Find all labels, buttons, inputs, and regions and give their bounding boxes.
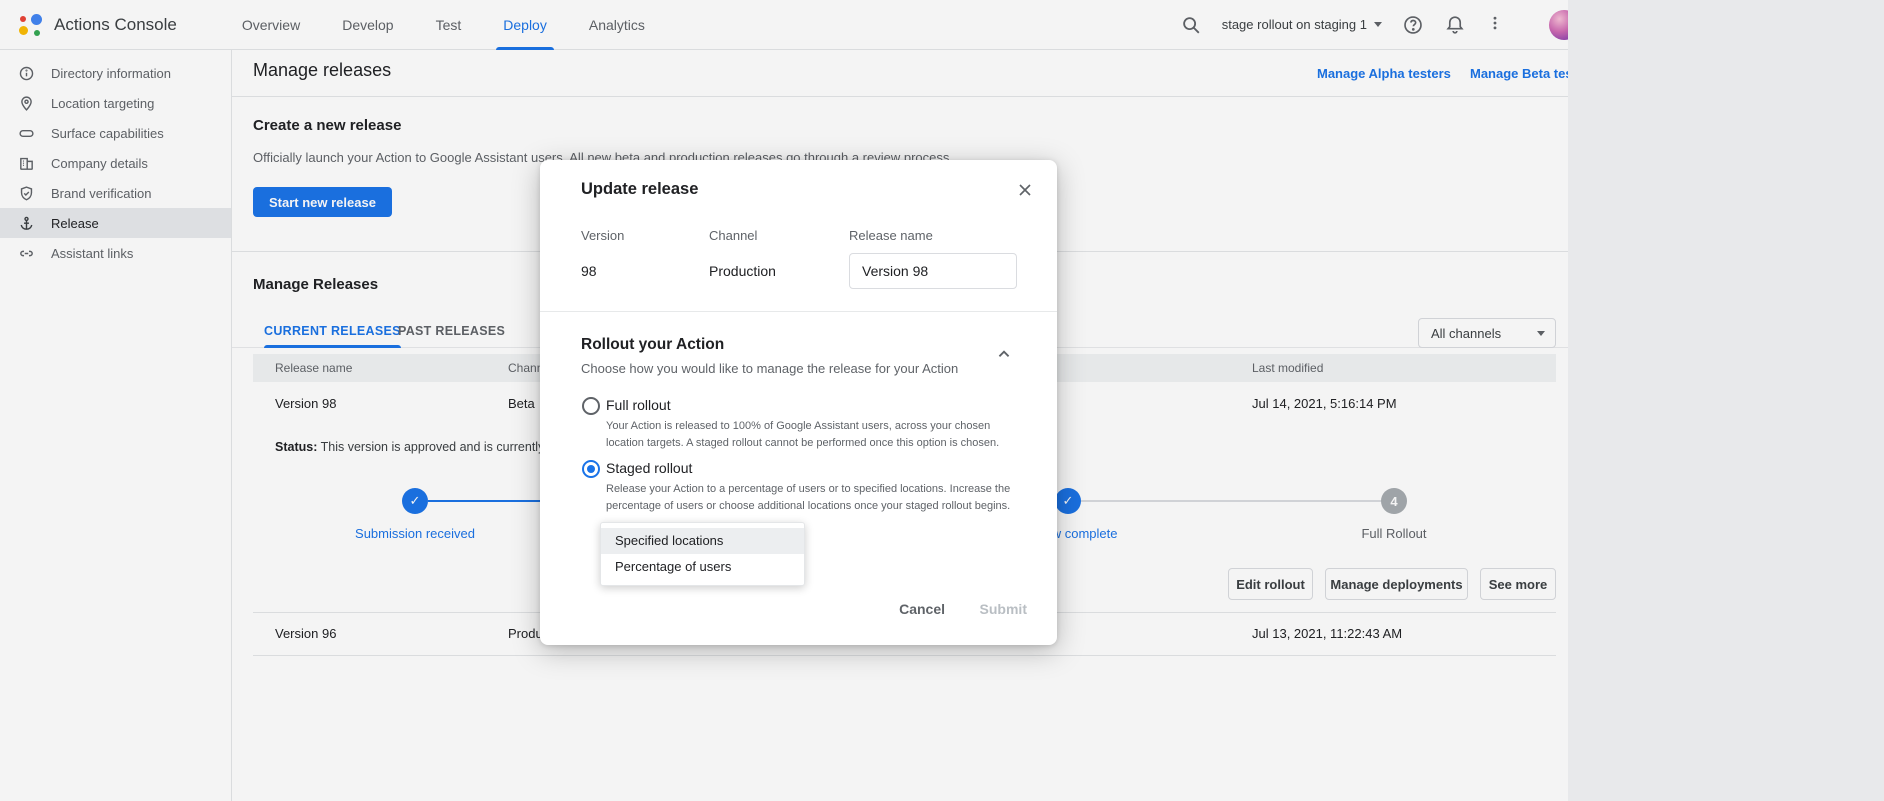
rollout-type-dropdown-menu: Specified locations Percentage of users — [600, 522, 805, 586]
staged-rollout-description: Release your Action to a percentage of u… — [606, 481, 1020, 514]
release-name-input[interactable] — [849, 253, 1017, 289]
channel-field-label: Channel — [709, 228, 757, 243]
menu-item-percentage-of-users[interactable]: Percentage of users — [601, 554, 804, 580]
menu-item-specified-locations[interactable]: Specified locations — [601, 528, 804, 554]
staged-rollout-radio[interactable] — [582, 460, 600, 478]
cancel-button[interactable]: Cancel — [899, 601, 945, 617]
full-rollout-description: Your Action is released to 100% of Googl… — [606, 418, 1020, 451]
version-field-label: Version — [581, 228, 624, 243]
chevron-up-icon[interactable] — [993, 343, 1015, 365]
version-field-value: 98 — [581, 263, 597, 279]
dialog-section-divider — [540, 311, 1057, 312]
channel-field-value: Production — [709, 263, 776, 279]
rollout-section-title: Rollout your Action — [581, 336, 724, 354]
close-icon[interactable] — [1015, 180, 1035, 200]
rollout-section-subtitle: Choose how you would like to manage the … — [581, 361, 958, 376]
full-rollout-label[interactable]: Full rollout — [606, 397, 671, 413]
dialog-title: Update release — [581, 180, 698, 199]
full-rollout-radio[interactable] — [582, 397, 600, 415]
update-release-dialog: Update release Version Channel Release n… — [540, 160, 1057, 645]
submit-button[interactable]: Submit — [980, 601, 1027, 617]
browser-viewport: Actions Console Overview Develop Test De… — [0, 0, 1568, 801]
staged-rollout-label[interactable]: Staged rollout — [606, 460, 692, 476]
release-name-field-label: Release name — [849, 228, 933, 243]
